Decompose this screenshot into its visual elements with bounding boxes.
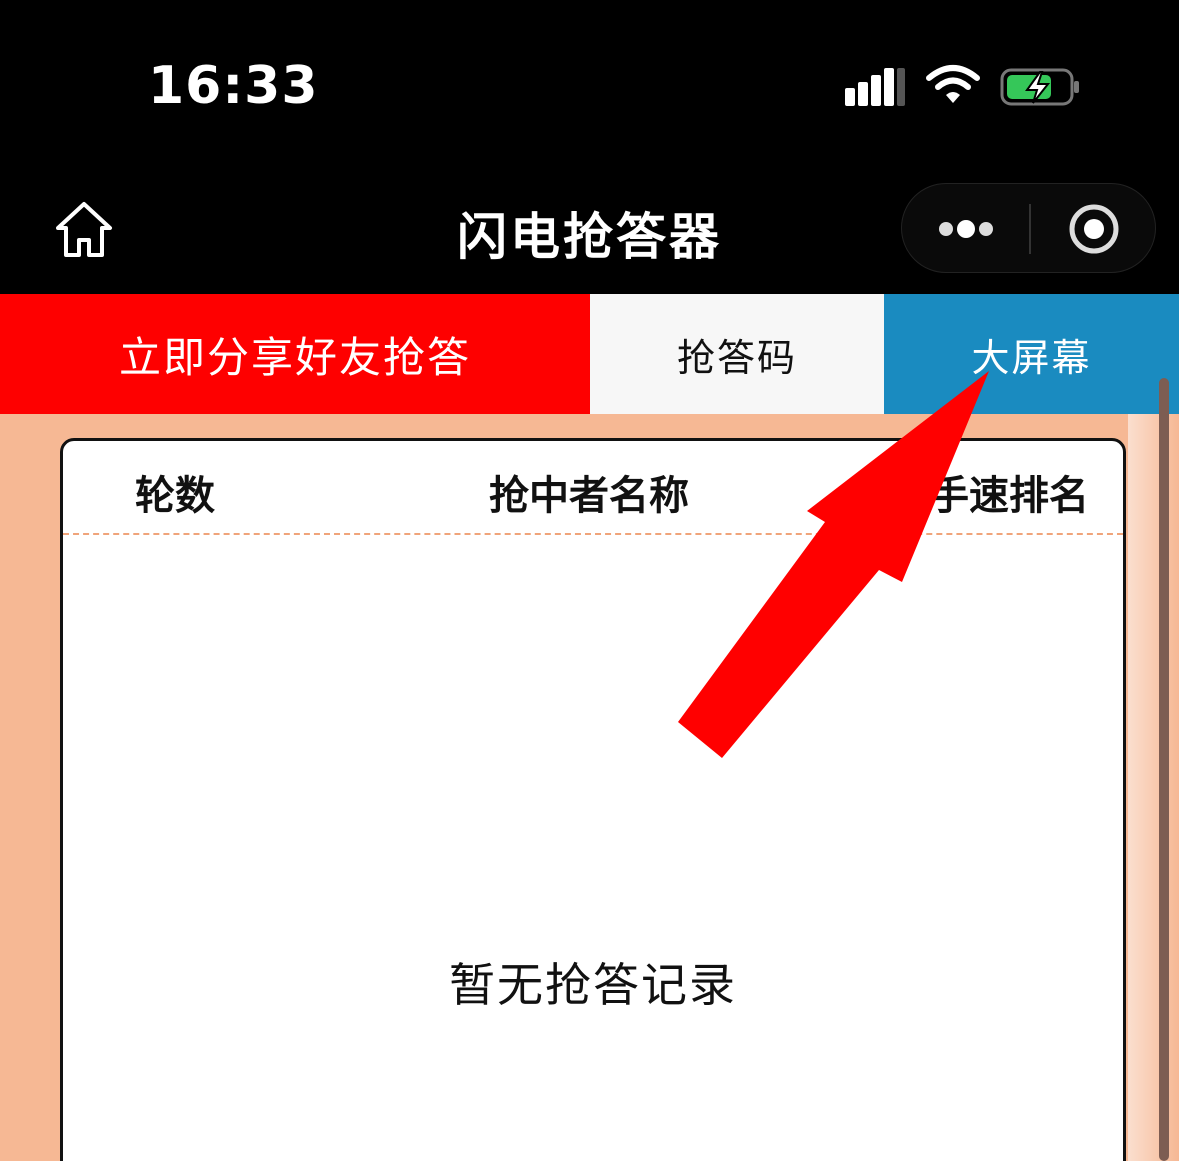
target-circle-icon [1069, 204, 1119, 254]
table-header: 轮数 抢中者名称 手速排名 [63, 441, 1123, 535]
capsule-menu [901, 183, 1156, 273]
empty-state-text: 暂无抢答记录 [449, 958, 737, 1012]
nav-bar: 闪电抢答器 [0, 170, 1179, 294]
column-header-round: 轮数 [135, 473, 215, 519]
column-header-winner-name: 抢中者名称 [489, 473, 689, 519]
big-screen-button[interactable]: 大屏幕 [884, 294, 1179, 414]
action-tabs: 立即分享好友抢答 抢答码 大屏幕 [0, 294, 1179, 414]
close-button[interactable] [1031, 184, 1157, 274]
status-time: 16:33 [148, 56, 319, 116]
wifi-icon [926, 65, 980, 103]
more-dots-icon [938, 220, 993, 238]
code-button[interactable]: 抢答码 [590, 294, 884, 414]
edge-shade [1128, 414, 1179, 1161]
scrollbar[interactable] [1159, 378, 1169, 1161]
mini-program-screen: 16:33 闪电抢答器 立即分享好友抢答 抢答码 大屏幕 轮数 抢中者名称 手速… [0, 0, 1179, 1161]
signal-icon [845, 68, 905, 106]
battery-charging-icon [1000, 68, 1079, 106]
status-bar: 16:33 [0, 0, 1179, 170]
more-button[interactable] [902, 184, 1029, 274]
column-header-speed-rank: 手速排名 [929, 473, 1089, 519]
record-table: 轮数 抢中者名称 手速排名 暂无抢答记录 [60, 438, 1126, 1161]
share-button[interactable]: 立即分享好友抢答 [0, 294, 590, 414]
